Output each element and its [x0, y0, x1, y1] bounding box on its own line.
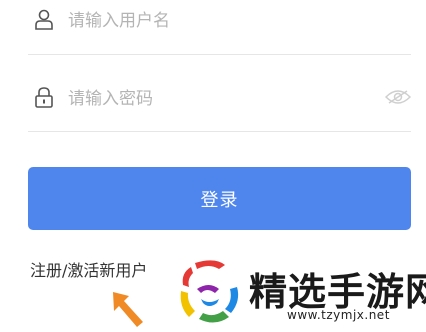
- password-input[interactable]: [68, 86, 368, 112]
- eye-icon[interactable]: [384, 89, 412, 105]
- arrow-icon: [105, 288, 147, 328]
- register-link[interactable]: 注册/激活新用户: [30, 257, 147, 281]
- watermark: 精选手游网 www.tzymjx.net: [175, 255, 426, 328]
- password-field: [28, 75, 412, 132]
- watermark-url: www.tzymjx.net: [287, 308, 390, 322]
- lock-icon: [34, 86, 54, 108]
- username-input[interactable]: [68, 8, 368, 34]
- user-icon: [34, 9, 54, 31]
- login-button[interactable]: 登录: [28, 167, 411, 230]
- username-field: [28, 0, 411, 55]
- watermark-logo-icon: [175, 255, 245, 328]
